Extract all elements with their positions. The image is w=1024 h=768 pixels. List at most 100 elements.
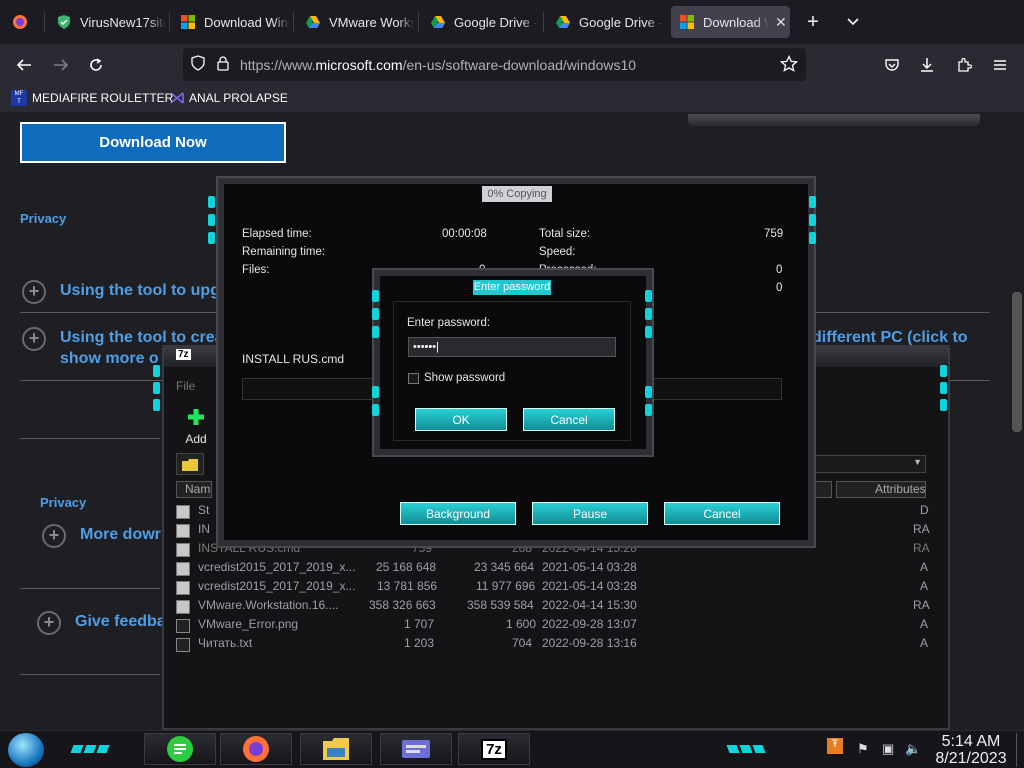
clock-date: 8/21/2023 [935, 750, 1007, 767]
green-notes-icon [167, 736, 193, 762]
pause-button[interactable]: Pause [532, 502, 648, 525]
folder-up-icon[interactable] [176, 453, 204, 475]
network-icon[interactable]: ▣ [882, 741, 894, 757]
media-card-icon [402, 740, 430, 758]
tab-label: Download W [703, 14, 769, 30]
tab-separator [169, 12, 170, 32]
tab-virusnew17site[interactable]: VirusNew17site [48, 6, 166, 38]
add-button[interactable]: Add [182, 407, 210, 446]
skin-decoration [153, 382, 160, 394]
skin-decoration [940, 382, 947, 394]
downloads-icon[interactable] [914, 52, 940, 78]
tracking-shield-icon[interactable] [190, 55, 206, 74]
extensions-icon[interactable] [951, 52, 977, 78]
privacy-link-2[interactable]: Privacy [40, 495, 86, 510]
chevron-down-icon[interactable] [840, 9, 866, 35]
reload-icon[interactable] [83, 52, 109, 78]
lock-icon[interactable] [216, 55, 230, 74]
cancel-extraction-button[interactable]: Cancel [664, 502, 780, 525]
menu-hamburger-icon[interactable] [987, 52, 1013, 78]
speed-label: Speed: [539, 246, 576, 258]
tab-label: VMware Workst [329, 14, 415, 30]
table-row[interactable]: VMware.Workstation.16.... 358 326 663 35… [176, 598, 930, 617]
taskbar-firefox[interactable] [220, 733, 292, 765]
accordion-label: More dowr [80, 526, 161, 543]
privacy-link[interactable]: Privacy [20, 211, 66, 226]
total-size-value: 759 [764, 228, 784, 240]
show-desktop-button[interactable] [1016, 733, 1022, 767]
password-value: •••••• [413, 341, 437, 353]
show-password-checkbox[interactable]: Show password [408, 372, 505, 384]
bookmark-star-icon[interactable] [779, 54, 799, 76]
taskbar-7zip[interactable]: 7z [458, 733, 530, 765]
taskbar-media-app[interactable] [380, 733, 452, 765]
tab-download-windows[interactable]: Download Wind [172, 6, 290, 38]
bookmark-second[interactable]: ANAL PROLAPSE [169, 90, 288, 106]
tab-separator [418, 12, 419, 32]
cyan-dots-decoration [726, 740, 776, 753]
password-label: Enter password: [407, 317, 491, 329]
column-header-attributes[interactable]: Attributes [836, 481, 926, 498]
new-tab-icon[interactable]: + [800, 9, 826, 35]
flag-icon[interactable]: ⚑ [857, 741, 869, 757]
tray-app-icon[interactable]: Ŧ [827, 738, 843, 754]
taskbar-notes-app[interactable] [144, 733, 216, 765]
firefox-icon [13, 15, 27, 29]
cyan-dots-decoration [70, 740, 120, 753]
accordion-upgrade[interactable]: + Using the tool to upg [22, 280, 220, 304]
remaining-label: Remaining time: [242, 246, 326, 258]
pocket-icon[interactable] [879, 52, 905, 78]
bookmarks-toolbar: MF T MEDIAFIRE ROULETTER ANAL PROLAPSE [0, 86, 1024, 112]
total-size-label: Total size: [539, 228, 591, 240]
url-bar[interactable]: https://www. microsoft.com/en-us/software… [183, 48, 806, 81]
taskbar-file-explorer[interactable] [300, 733, 372, 765]
password-input[interactable]: ••••••| [408, 337, 616, 357]
tab-firefox-view[interactable] [4, 6, 40, 38]
table-row[interactable]: VMware_Error.png 1 707 1 600 2022-09-28 … [176, 617, 928, 636]
google-drive-icon [431, 16, 445, 28]
skin-decoration [372, 386, 379, 398]
tab-google-drive-2[interactable]: Google Drive - [547, 6, 665, 38]
expand-plus-icon[interactable]: + [42, 524, 66, 548]
firefox-icon [243, 736, 269, 762]
page-scrollbar[interactable] [1012, 292, 1022, 432]
table-row[interactable]: Читать.txt 1 203 704 2022-09-28 13:16 A [176, 636, 928, 655]
skin-decoration [645, 326, 652, 338]
table-row[interactable]: vcredist2015_2017_2019_x... 13 781 856 1… [176, 579, 928, 598]
tab-download-windows-active[interactable]: Download W ✕ [671, 6, 790, 38]
browser-tab-bar: VirusNew17site Download Wind VMware Work… [0, 0, 1024, 44]
back-arrow-icon[interactable] [11, 52, 37, 78]
accordion-label: Using the tool to upg [60, 282, 220, 299]
column-header-name[interactable]: Nam [176, 481, 212, 498]
skin-decoration [809, 214, 816, 226]
clock-time: 5:14 AM [941, 733, 1001, 750]
7zip-logo-icon: 7z [176, 349, 191, 360]
bookmark-label: ANAL PROLAPSE [189, 91, 288, 105]
expand-plus-icon[interactable]: + [22, 327, 46, 351]
cancel-button[interactable]: Cancel [523, 408, 615, 431]
mediafire-icon: MF T [11, 90, 27, 106]
skin-decoration [372, 404, 379, 416]
tab-google-drive-1[interactable]: Google Drive - [422, 6, 540, 38]
taskbar: 7z Ŧ ⚑ ▣ 🔈 5:14 AM 8/21/2023 [0, 730, 1024, 768]
table-row[interactable]: vcredist2015_2017_2019_x... 25 168 648 2… [176, 560, 928, 579]
volume-icon[interactable]: 🔈 [905, 741, 921, 757]
download-now-button[interactable]: Download Now [20, 122, 286, 163]
checkbox-box[interactable] [408, 372, 419, 384]
background-button[interactable]: Background [400, 502, 516, 525]
menu-file[interactable]: File [176, 379, 195, 393]
expand-plus-icon[interactable]: + [37, 611, 61, 635]
accordion-give-feedback[interactable]: + Give feedba [37, 611, 166, 635]
start-orb-icon[interactable] [8, 733, 44, 767]
close-tab-icon[interactable]: ✕ [775, 14, 787, 31]
tab-vmware[interactable]: VMware Workst [297, 6, 415, 38]
bookmark-mediafire[interactable]: MF T MEDIAFIRE ROULETTER [11, 90, 173, 106]
ok-button[interactable]: OK [415, 408, 507, 431]
expand-plus-icon[interactable]: + [22, 280, 46, 304]
show-password-label: Show password [424, 372, 506, 384]
tab-label: Google Drive - [579, 14, 663, 30]
tab-separator [293, 12, 294, 32]
forward-arrow-icon[interactable] [48, 52, 74, 78]
accordion-more-downloads[interactable]: + More dowr [42, 524, 161, 548]
system-clock[interactable]: 5:14 AM 8/21/2023 [928, 733, 1014, 767]
